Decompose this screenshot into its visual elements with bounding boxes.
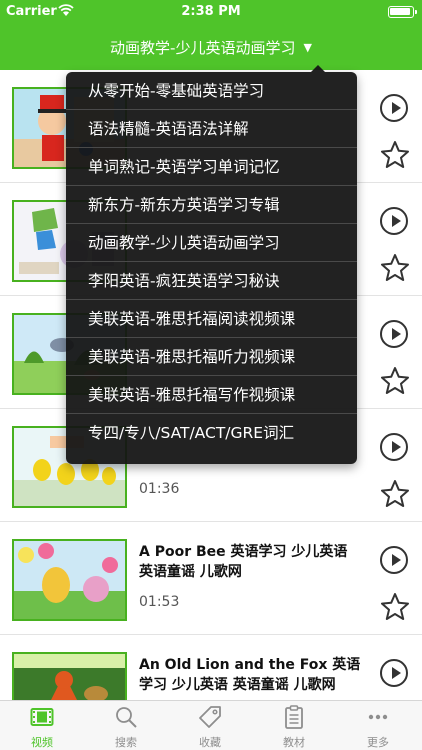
nav-bar: 动画教学-少儿英语动画学习 ▼ — [0, 24, 422, 70]
video-title: A Poor Bee 英语学习 少儿英语 英语童谣 儿歌网 — [139, 544, 348, 580]
menu-item-exam-vocab[interactable]: 专四/专八/SAT/ACT/GRE词汇 — [66, 414, 357, 452]
category-selector[interactable]: 动画教学-少儿英语动画学习 ▼ — [0, 37, 422, 58]
video-duration: 01:53 — [139, 594, 180, 610]
battery-icon — [388, 6, 417, 18]
category-dropdown: 从零开始-零基础英语学习 语法精髓-英语语法详解 单词熟记-英语学习单词记忆 新… — [66, 65, 357, 464]
tab-textbooks[interactable]: 教材 — [252, 701, 336, 750]
menu-item-grammar[interactable]: 语法精髓-英语语法详解 — [66, 110, 357, 148]
menu-item-zero-basics[interactable]: 从零开始-零基础英语学习 — [66, 72, 357, 110]
tab-bar: 视频 搜索 收藏 教材 更多 — [0, 700, 422, 750]
menu-item-writing[interactable]: 美联英语-雅思托福写作视频课 — [66, 376, 357, 414]
list-item[interactable]: An Old Lion and the Fox 英语学习 少儿英语 英语童谣 儿… — [0, 635, 422, 700]
play-icon[interactable] — [380, 546, 408, 574]
menu-item-li-yang[interactable]: 李阳英语-疯狂英语学习秘诀 — [66, 262, 357, 300]
tab-favorites[interactable]: 收藏 — [168, 701, 252, 750]
tab-label: 搜索 — [115, 736, 137, 749]
status-time: 2:38 PM — [181, 4, 241, 19]
status-bar: Carrier 2:38 PM — [0, 0, 422, 24]
film-icon — [30, 708, 54, 726]
nav-title-label: 动画教学-少儿英语动画学习 — [110, 39, 296, 57]
menu-item-animation[interactable]: 动画教学-少儿英语动画学习 — [66, 224, 357, 262]
clipboard-icon — [285, 705, 303, 729]
tab-more[interactable]: 更多 — [336, 701, 420, 750]
video-duration: 01:36 — [139, 481, 180, 497]
menu-item-vocabulary[interactable]: 单词熟记-英语学习单词记忆 — [66, 148, 357, 186]
menu-item-reading[interactable]: 美联英语-雅思托福阅读视频课 — [66, 300, 357, 338]
play-icon[interactable] — [380, 207, 408, 235]
more-icon — [368, 714, 388, 720]
menu-item-listening[interactable]: 美联英语-雅思托福听力视频课 — [66, 338, 357, 376]
video-title: An Old Lion and the Fox 英语学习 少儿英语 英语童谣 儿… — [139, 657, 361, 693]
video-thumbnail[interactable] — [12, 652, 127, 700]
star-icon[interactable] — [380, 366, 410, 396]
tab-search[interactable]: 搜索 — [84, 701, 168, 750]
star-icon[interactable] — [380, 592, 410, 622]
video-thumbnail[interactable] — [12, 539, 127, 621]
list-item[interactable]: A Poor Bee 英语学习 少儿英语 英语童谣 儿歌网 01:53 — [0, 522, 422, 635]
tab-videos[interactable]: 视频 — [0, 701, 84, 750]
tag-icon — [199, 706, 221, 728]
star-icon[interactable] — [380, 479, 410, 509]
play-icon[interactable] — [380, 320, 408, 348]
tab-label: 视频 — [31, 736, 53, 749]
caret-down-icon: ▼ — [303, 41, 312, 54]
search-icon — [116, 707, 137, 728]
tab-label: 更多 — [367, 736, 389, 749]
play-icon[interactable] — [380, 433, 408, 461]
star-icon[interactable] — [380, 253, 410, 283]
menu-item-new-oriental[interactable]: 新东方-新东方英语学习专辑 — [66, 186, 357, 224]
tab-label: 收藏 — [199, 736, 221, 749]
play-icon[interactable] — [380, 94, 408, 122]
tab-label: 教材 — [283, 736, 305, 749]
play-icon[interactable] — [380, 659, 408, 687]
star-icon[interactable] — [380, 140, 410, 170]
